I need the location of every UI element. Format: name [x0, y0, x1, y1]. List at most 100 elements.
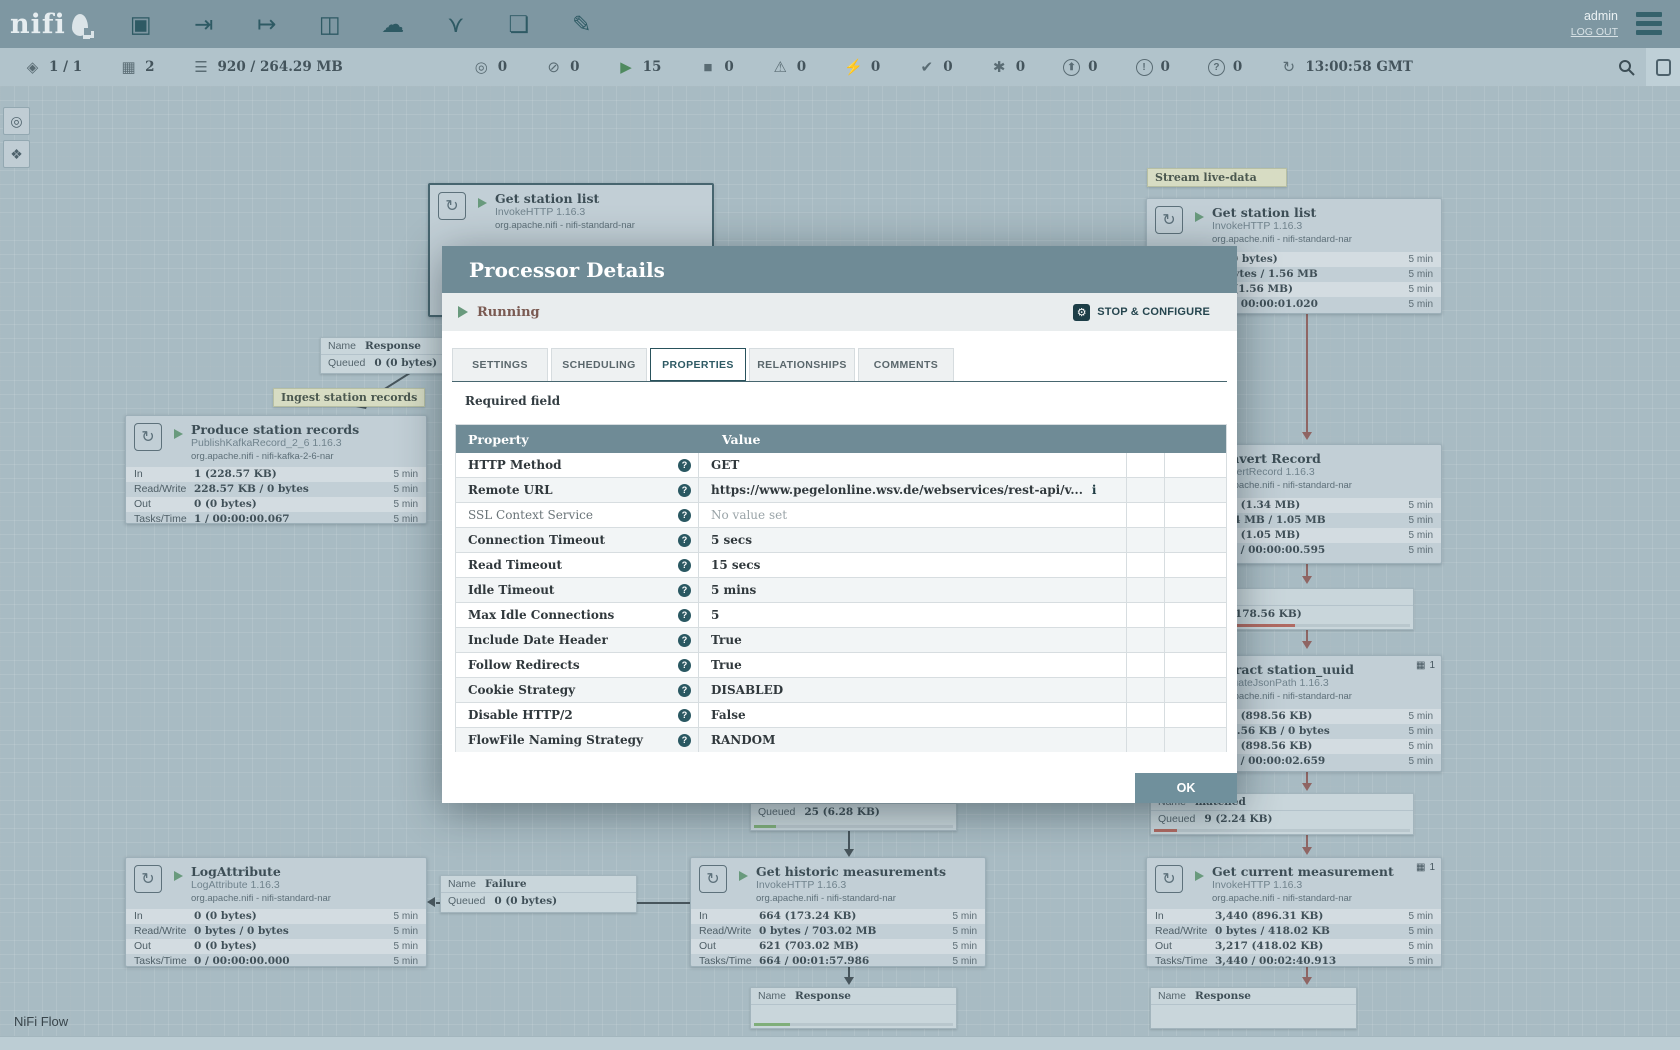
active-tasks-badge: ▦1 [1416, 660, 1435, 671]
value-column-header: Value [710, 432, 760, 447]
arrowhead-icon [427, 897, 435, 907]
current-user: admin [1584, 8, 1618, 25]
info-icon[interactable]: i [1092, 483, 1097, 497]
nifi-logo-text: nifi [10, 9, 66, 40]
help-icon[interactable]: ? [678, 559, 691, 572]
stat-sync-failure: ?0 [1208, 59, 1242, 76]
ok-button[interactable]: OK [1135, 773, 1237, 803]
running-icon: ▶ [618, 58, 635, 76]
tab-settings[interactable]: SETTINGS [452, 348, 548, 381]
property-row: FlowFile Naming Strategy? RANDOM [456, 728, 1226, 752]
settings-panel-button[interactable] [1646, 48, 1680, 86]
tasks-icon: ▦ [1416, 862, 1425, 873]
stop-and-configure-button[interactable]: ⚙ STOP & CONFIGURE [1073, 304, 1210, 321]
refresh-icon: ↻ [1280, 58, 1297, 76]
properties-table-body: HTTP Method? GET Remote URL? https://www… [456, 453, 1226, 752]
help-icon[interactable]: ? [678, 459, 691, 472]
locally-modified-icon: ✱ [991, 58, 1008, 76]
help-icon[interactable]: ? [678, 509, 691, 522]
stat-up-to-date: ✔0 [918, 58, 952, 76]
processor-icon[interactable]: ▣ [126, 9, 156, 39]
search-button[interactable] [1606, 48, 1646, 86]
remote-process-group-icon[interactable]: ☁ [378, 9, 408, 39]
help-icon[interactable]: ? [678, 709, 691, 722]
funnel-icon[interactable]: ⋎ [441, 9, 471, 39]
queued-icon: ☰ [193, 58, 210, 76]
locally-modified-stale-icon: ! [1136, 59, 1153, 76]
nifi-drop-icon [72, 14, 88, 36]
cluster-icon: ◈ [24, 58, 41, 76]
gear-icon: ⚙ [1073, 304, 1090, 321]
nifi-logo: nifi [10, 9, 88, 40]
tab-scheduling[interactable]: SCHEDULING [551, 348, 647, 381]
label-icon[interactable]: ✎ [567, 9, 597, 39]
stale-icon: ⬆ [1063, 59, 1080, 76]
help-icon[interactable]: ? [678, 734, 691, 747]
property-row: SSL Context Service? No value set [456, 503, 1226, 528]
search-icon [1618, 59, 1635, 76]
output-port-icon[interactable]: ↦ [252, 9, 282, 39]
property-row: Disable HTTP/2? False [456, 703, 1226, 728]
process-group-icon[interactable]: ◫ [315, 9, 345, 39]
running-status-icon [1195, 212, 1204, 222]
property-row: Connection Timeout? 5 secs [456, 528, 1226, 553]
property-row: Read Timeout? 15 secs [456, 553, 1226, 578]
input-port-icon[interactable]: ⇥ [189, 9, 219, 39]
help-icon[interactable]: ? [678, 634, 691, 647]
connection-label-response-right[interactable]: NameResponse [1150, 987, 1357, 1029]
canvas-label-ingest-station-records[interactable]: Ingest station records [273, 388, 425, 407]
processor-icon: ↻ [1155, 206, 1183, 234]
queue-usage-bar [754, 825, 953, 828]
help-icon[interactable]: ? [678, 684, 691, 697]
horizontal-scrollbar[interactable] [0, 1036, 1680, 1050]
processor-icon: ↻ [699, 865, 727, 893]
disabled-icon: ⚡ [844, 58, 863, 76]
stat-stopped: ■0 [699, 59, 733, 76]
tab-properties[interactable]: PROPERTIES [650, 348, 746, 381]
processor-log-attribute[interactable]: ↻ LogAttribute LogAttribute 1.16.3 org.a… [125, 857, 427, 967]
property-row: Follow Redirects? True [456, 653, 1226, 678]
help-icon[interactable]: ? [678, 534, 691, 547]
sync-failure-icon: ? [1208, 59, 1225, 76]
help-icon[interactable]: ? [678, 584, 691, 597]
running-status-icon [174, 871, 183, 881]
breadcrumb[interactable]: NiFi Flow [14, 1014, 68, 1029]
connection-label-failure[interactable]: NameFailure Queued0 (0 bytes) [440, 875, 637, 913]
canvas-label-stream-live-data[interactable]: Stream live-data [1147, 168, 1287, 187]
logout-link[interactable]: LOG OUT [1571, 25, 1618, 39]
processor-produce-station-records[interactable]: ↻ Produce station records PublishKafkaRe… [125, 415, 427, 524]
property-row: Remote URL? https://www.pegelonline.wsv.… [456, 478, 1226, 503]
drag-hand-icon[interactable]: ❖ [3, 140, 30, 168]
arrowhead-icon [1302, 576, 1312, 584]
property-row: Max Idle Connections? 5 [456, 603, 1226, 628]
tasks-icon: ▦ [1416, 660, 1425, 671]
help-icon[interactable]: ? [678, 659, 691, 672]
processor-details-dialog: Processor Details Running ⚙ STOP & CONFI… [442, 246, 1237, 803]
processor-get-current-measurement[interactable]: ▦1 ↻ Get current measurement InvokeHTTP … [1146, 857, 1442, 967]
help-icon[interactable]: ? [678, 609, 691, 622]
connection-label-response-mid[interactable]: NameResponse [750, 987, 957, 1029]
transmitting-icon: ◎ [473, 58, 490, 76]
help-icon[interactable]: ? [678, 484, 691, 497]
property-row: Idle Timeout? 5 mins [456, 578, 1226, 603]
processor-get-historic-measurements[interactable]: ↻ Get historic measurements InvokeHTTP 1… [690, 857, 986, 967]
invalid-icon: ⚠ [772, 58, 789, 76]
tab-relationships[interactable]: RELATIONSHIPS [749, 348, 855, 381]
panel-icon [1656, 59, 1671, 76]
active-tasks-badge: ▦1 [1416, 862, 1435, 873]
stat-clustered: ◈1 / 1 [24, 58, 82, 76]
refresh-status[interactable]: ↻13:00:58 GMT [1280, 58, 1413, 76]
running-status-icon [739, 871, 748, 881]
processor-icon: ↻ [438, 192, 466, 220]
birdseye-icon[interactable]: ◎ [3, 107, 30, 135]
connection-line[interactable] [1306, 312, 1308, 432]
connection-line[interactable] [848, 830, 850, 851]
stat-queued: ☰920 / 264.29 MB [193, 58, 343, 76]
not-transmitting-icon: ⊘ [545, 58, 562, 76]
running-status-icon [458, 306, 468, 318]
global-menu-icon[interactable] [1632, 8, 1666, 39]
connection-label-queued-25[interactable]: Queued25 (6.28 KB) [750, 803, 957, 831]
tab-comments[interactable]: COMMENTS [858, 348, 954, 381]
required-field-note: Required field [465, 394, 560, 408]
template-icon[interactable]: ❏ [504, 9, 534, 39]
